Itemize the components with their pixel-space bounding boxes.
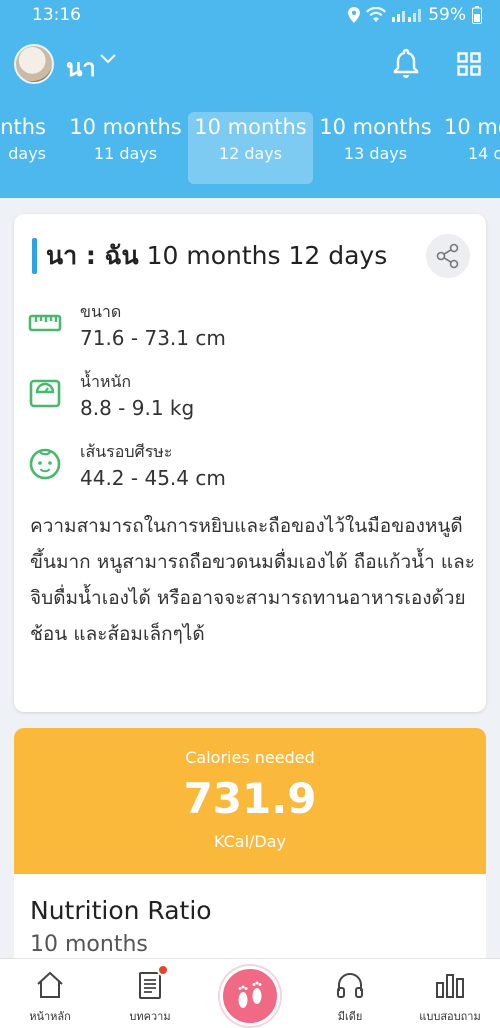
profile-name[interactable]: นา <box>66 48 96 87</box>
status-time: 13:16 <box>32 5 81 25</box>
nutrition-subtitle: 10 months <box>30 932 148 957</box>
baby-face-icon <box>29 448 61 480</box>
nutrition-title: Nutrition Ratio <box>30 896 212 925</box>
bell-icon[interactable] <box>393 48 419 78</box>
scale-icon <box>29 379 61 408</box>
nav-home[interactable]: หน้าหลัก <box>0 959 100 1028</box>
status-icons: 59% <box>348 5 482 25</box>
avatar[interactable] <box>14 44 54 84</box>
share-icon <box>436 243 459 269</box>
app-header: นา <box>0 32 500 100</box>
age-item-selected[interactable]: 10 months 12 days <box>188 112 313 184</box>
calories-panel: Calories needed 731.9 KCal/Day <box>14 728 486 874</box>
card-title: นา : ฉัน 10 months 12 days <box>46 241 388 270</box>
age-item[interactable]: 10 months 13 days <box>313 112 438 184</box>
share-button[interactable] <box>426 234 470 278</box>
nav-media[interactable]: มีเดีย <box>300 959 400 1028</box>
status-bar: 13:16 59% <box>0 0 500 32</box>
development-description: ความสามารถในการหยิบและถือของไว้ในมือของห… <box>30 515 475 645</box>
wifi-icon <box>366 7 387 22</box>
battery-percent: 59% <box>428 5 466 25</box>
development-card: นา : ฉัน 10 months 12 days ขนาด 71.6 - 7… <box>14 214 486 712</box>
nav-articles[interactable]: บทความ <box>100 959 200 1028</box>
title-accent-bar <box>32 238 37 274</box>
nav-survey[interactable]: แบบสอบถาม <box>400 959 500 1028</box>
home-icon <box>37 971 63 998</box>
age-selector: onths days 10 months 11 days 10 months 1… <box>0 100 500 198</box>
signal-icon <box>392 9 422 22</box>
notification-dot <box>157 964 169 976</box>
calories-heading: Calories needed <box>185 748 315 767</box>
footprint-icon <box>238 981 262 1008</box>
location-icon <box>348 7 361 23</box>
battery-icon <box>472 6 482 24</box>
bar-chart-icon <box>436 974 464 998</box>
headphones-icon <box>337 973 363 998</box>
nutrition-ratio-section: Nutrition Ratio 10 months <box>14 874 486 964</box>
calories-value: 731.9 <box>183 774 317 823</box>
grid-menu-icon[interactable] <box>457 52 481 76</box>
ruler-icon <box>28 314 62 332</box>
age-item[interactable]: 10 months 11 days <box>63 112 188 184</box>
calories-unit: KCal/Day <box>213 832 287 851</box>
footprint-button[interactable] <box>220 966 280 1026</box>
age-item[interactable]: 10 mo 14 d <box>438 112 500 184</box>
chevron-down-icon[interactable] <box>100 54 116 64</box>
age-item[interactable]: onths days <box>0 112 50 184</box>
